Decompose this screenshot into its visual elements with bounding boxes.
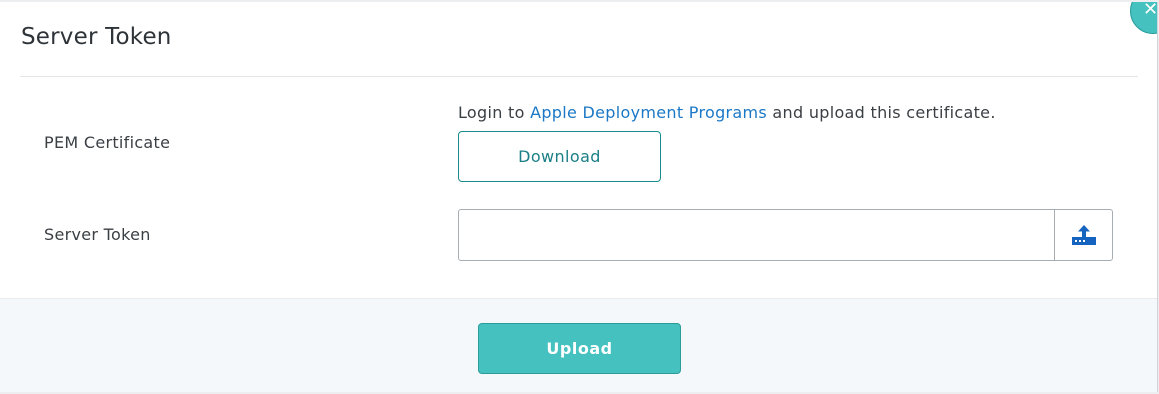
upload-icon [1071,225,1096,245]
title-divider [20,76,1138,77]
pem-certificate-label: PEM Certificate [44,133,171,152]
server-token-dialog: Server Token PEM Certificate Login to Ap… [0,2,1158,392]
pem-instruction: Login to Apple Deployment Programs and u… [458,103,996,122]
server-token-label: Server Token [44,225,151,244]
apple-deployment-programs-link[interactable]: Apple Deployment Programs [530,103,767,122]
close-icon: ✕ [1143,2,1158,20]
server-token-input[interactable] [458,209,1055,261]
dialog-title: Server Token [21,24,172,50]
instruction-suffix: and upload this certificate. [767,103,996,122]
close-button[interactable]: ✕ [1130,2,1158,34]
upload-button[interactable]: Upload [478,323,681,374]
file-upload-button[interactable] [1054,209,1113,261]
instruction-prefix: Login to [458,103,531,122]
download-button[interactable]: Download [458,131,661,182]
dialog-footer: Upload [0,298,1157,392]
